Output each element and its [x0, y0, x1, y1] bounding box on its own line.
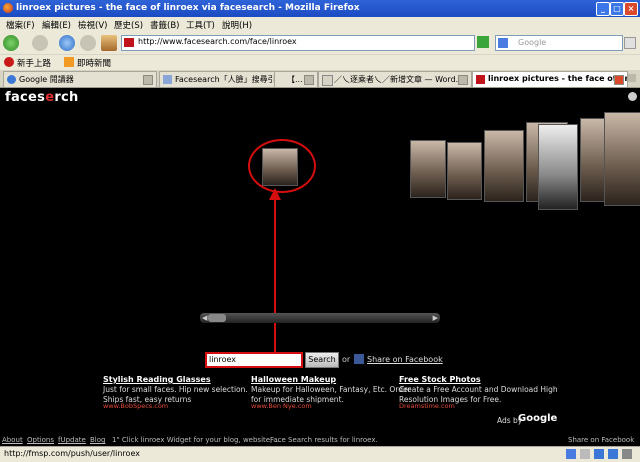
go-icon[interactable]: [477, 36, 489, 48]
status-text: http://fmsp.com/push/user/linroex: [4, 449, 140, 458]
tab-close-icon[interactable]: [458, 75, 468, 85]
home-icon[interactable]: [101, 35, 117, 51]
ad-title[interactable]: Free Stock Photos: [399, 375, 481, 384]
forward-icon[interactable]: [32, 35, 48, 51]
facebook-icon[interactable]: [354, 354, 364, 364]
or-label: or: [342, 355, 351, 364]
tab-close-icon[interactable]: [143, 75, 153, 85]
highlight-circle: [248, 139, 316, 193]
tab-bar: Google 閱讀器 Facesearch「人臉」搜尋引擎 【... ／乀逐乘者…: [0, 70, 640, 88]
annotation-arrow: [269, 188, 281, 352]
bookmarks-toolbar: 新手上路 即時新聞: [0, 54, 640, 71]
footer-blog-link[interactable]: Blog: [90, 436, 105, 444]
menu-file[interactable]: 檔案(F): [6, 19, 35, 31]
page-icon: [322, 75, 333, 86]
tray-icon[interactable]: [608, 449, 618, 459]
tray-icon[interactable]: [622, 449, 632, 459]
search-button[interactable]: Search: [305, 352, 339, 368]
url-text: http://www.facesearch.com/face/linroex: [138, 37, 297, 46]
settings-icon[interactable]: [628, 92, 637, 101]
bookmark-getting-started[interactable]: 新手上路: [17, 57, 51, 69]
tab-close-icon[interactable]: [304, 75, 314, 85]
ad-url[interactable]: Dreamstime.com: [399, 402, 455, 410]
facesearch-favicon: [476, 75, 485, 84]
close-button[interactable]: ×: [624, 2, 638, 16]
google-reader-icon: [7, 75, 16, 84]
face-thumbnail[interactable]: [410, 140, 446, 198]
tray-icon[interactable]: [580, 449, 590, 459]
tray-icon[interactable]: [594, 449, 604, 459]
face-thumbnail[interactable]: [447, 142, 482, 200]
site-favicon: [124, 38, 134, 47]
scroll-left-icon[interactable]: ◀: [202, 314, 207, 322]
search-placeholder: Google: [518, 38, 547, 47]
status-bar: http://fmsp.com/push/user/linroex: [0, 446, 640, 462]
search-go-icon[interactable]: [624, 37, 636, 49]
face-thumbnail[interactable]: [484, 130, 524, 202]
rss-icon: [64, 57, 74, 67]
google-search-icon: [498, 38, 508, 48]
face-search-input[interactable]: linroex: [205, 352, 303, 368]
tab-linroex[interactable]: linroex pictures - the face of lin...: [472, 71, 628, 87]
menu-tools[interactable]: 工具(T): [186, 19, 215, 31]
menu-bar: 檔案(F) 編輯(E) 檢視(V) 歷史(S) 書籤(B) 工具(T) 說明(H…: [0, 17, 640, 33]
scroll-right-icon[interactable]: ▶: [433, 314, 438, 322]
search-field[interactable]: Google: [495, 35, 623, 51]
bookmark-news[interactable]: 即時新聞: [77, 57, 111, 69]
getting-started-icon: [4, 57, 14, 67]
firefox-icon: [3, 3, 13, 13]
footer-about-link[interactable]: About: [2, 436, 23, 444]
menu-view[interactable]: 檢視(V): [78, 19, 107, 31]
footer-results-text: Face Search results for linroex.: [270, 436, 378, 444]
footer-fupdate-link[interactable]: fUpdate: [58, 436, 86, 444]
menu-help[interactable]: 說明(H): [222, 19, 252, 31]
google-ads-logo[interactable]: Google: [518, 413, 557, 424]
window-title: linroex pictures - the face of linroex v…: [16, 3, 360, 13]
ad-title[interactable]: Halloween Makeup: [251, 375, 336, 384]
face-thumbnail[interactable]: [604, 112, 640, 206]
tab-close-icon[interactable]: [614, 75, 624, 85]
reload-icon[interactable]: [59, 35, 75, 51]
tab-truncated[interactable]: 【...: [274, 71, 318, 87]
tab-list-icon[interactable]: [628, 74, 636, 82]
tab-google-reader[interactable]: Google 閱讀器: [3, 71, 157, 87]
page-icon: [163, 75, 172, 84]
maximize-button[interactable]: □: [610, 2, 624, 16]
title-bar: linroex pictures - the face of linroex v…: [0, 0, 640, 17]
footer-widget-link[interactable]: 1" Click linroex Widget for your blog, w…: [112, 436, 281, 444]
footer-options-link[interactable]: Options: [27, 436, 54, 444]
back-icon[interactable]: [3, 35, 19, 51]
facesearch-logo[interactable]: faceserch: [5, 90, 79, 105]
ad-url[interactable]: www.Ben Nye.com: [251, 402, 312, 410]
face-scrollbar[interactable]: ◀ ▶: [200, 313, 440, 323]
stop-icon[interactable]: [80, 35, 96, 51]
ad-url[interactable]: www.BobSpecs.com: [103, 402, 168, 410]
menu-history[interactable]: 歷史(S): [114, 19, 143, 31]
footer-share-link[interactable]: Share on Facebook: [568, 436, 634, 444]
ad-title[interactable]: Stylish Reading Glasses: [103, 375, 211, 384]
menu-bookmarks[interactable]: 書籤(B): [150, 19, 179, 31]
tab-wordpress[interactable]: ／乀逐乘者乀／新增文章 — Word...: [318, 71, 472, 87]
face-thumbnail[interactable]: [538, 124, 578, 210]
tray-icon[interactable]: [566, 449, 576, 459]
scroll-thumb[interactable]: [208, 314, 226, 322]
menu-edit[interactable]: 編輯(E): [42, 19, 71, 31]
minimize-button[interactable]: _: [596, 2, 610, 16]
share-on-facebook-link[interactable]: Share on Facebook: [367, 355, 443, 364]
page-content: faceserch ◀ ▶ linroex Search or Share on…: [0, 88, 640, 446]
